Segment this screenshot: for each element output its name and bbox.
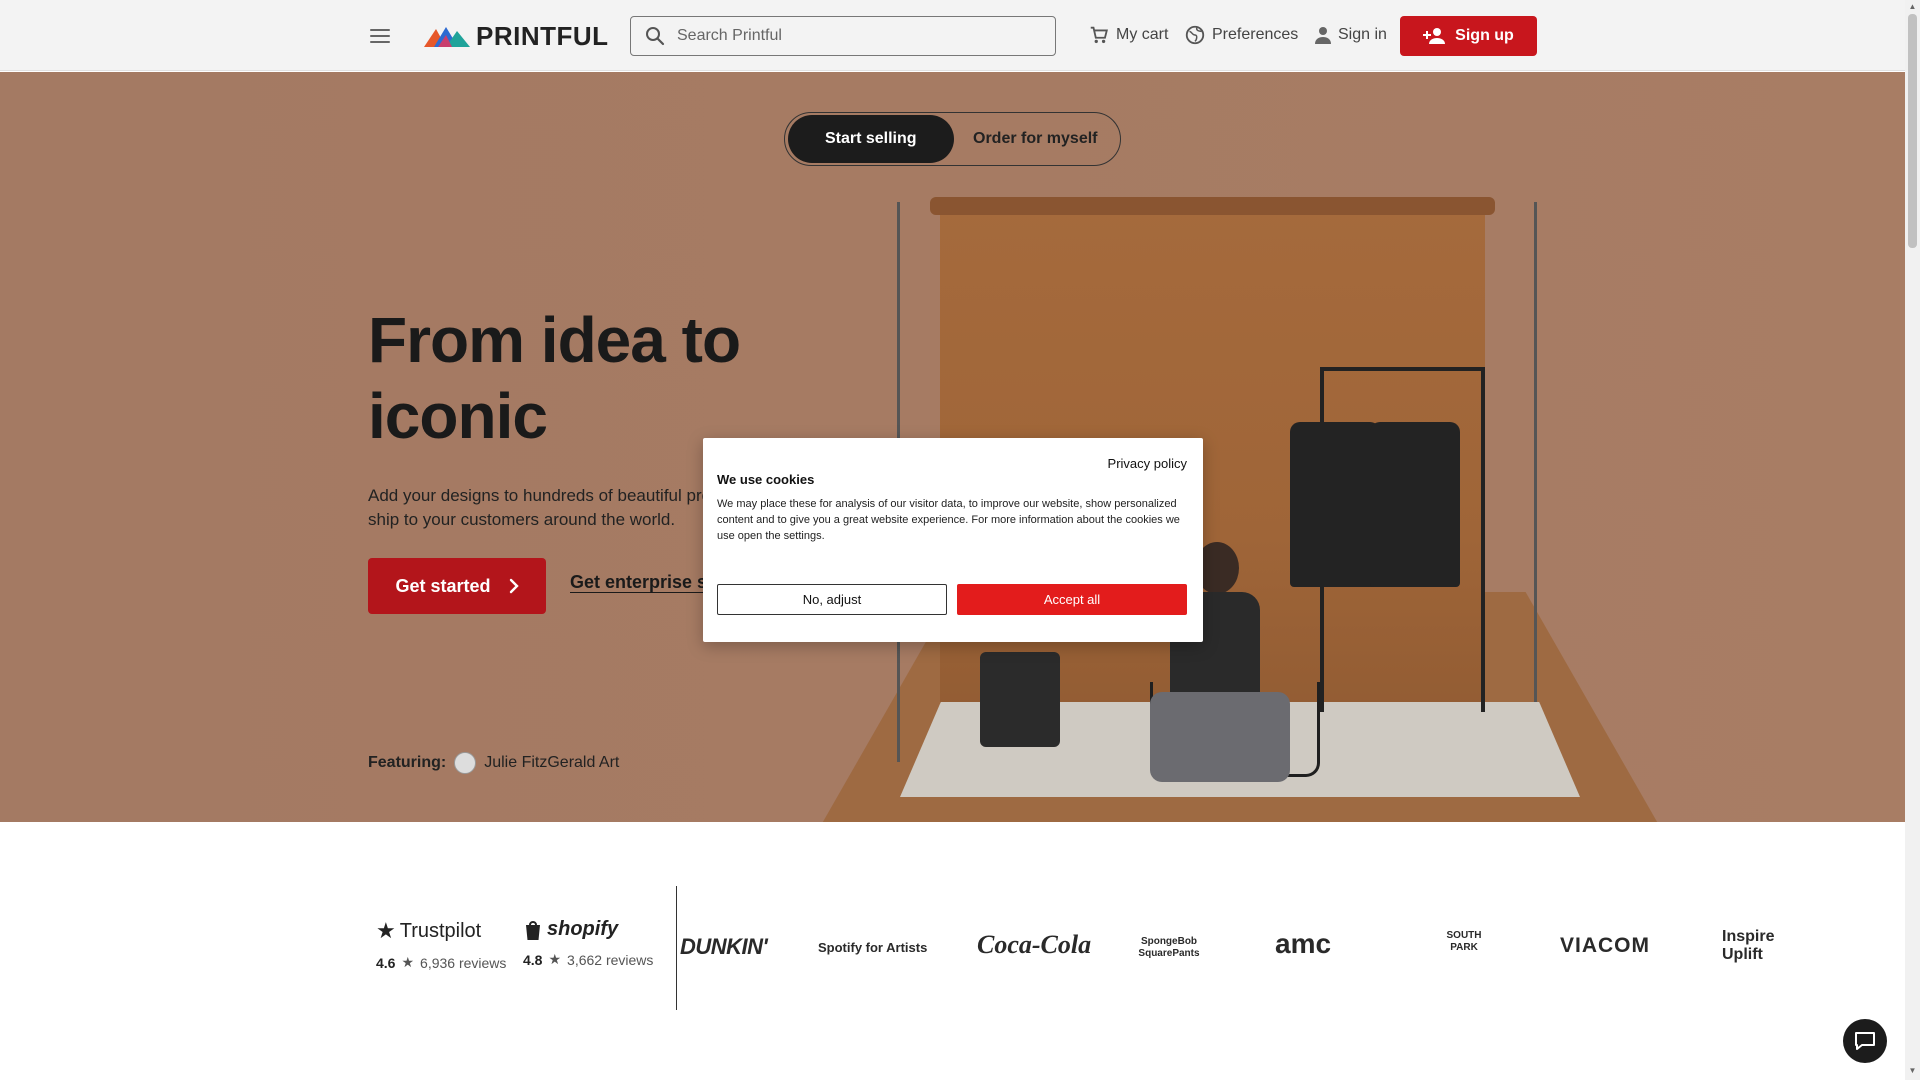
tshirt-left xyxy=(1290,422,1380,587)
cart-link[interactable]: My cart xyxy=(1088,22,1168,48)
toggle-order-for-myself[interactable]: Order for myself xyxy=(954,115,1118,163)
scroll-up-arrow-icon[interactable]: ▲ xyxy=(1908,2,1917,12)
trustpilot-stats: 4.6 ★ 6,936 reviews xyxy=(376,954,506,971)
backdrop-roll xyxy=(930,197,1495,215)
featuring-credit: Featuring: Julie FitzGerald Art xyxy=(368,752,619,774)
brand-logo-spongebob: SpongeBob SquarePants xyxy=(1138,936,1200,959)
cookie-accept-all-button[interactable]: Accept all xyxy=(957,584,1187,615)
search-icon xyxy=(646,27,665,46)
shopify-stats: 4.8 ★ 3,662 reviews xyxy=(523,951,653,968)
logo-text: PRINTFUL xyxy=(476,20,609,51)
globe-icon xyxy=(1185,25,1205,45)
artist-avatar[interactable] xyxy=(454,752,477,774)
toggle-start-selling[interactable]: Start selling xyxy=(788,115,954,163)
cart-label: My cart xyxy=(1116,26,1169,43)
privacy-policy-link[interactable]: Privacy policy xyxy=(1108,456,1187,471)
signin-label: Sign in xyxy=(1338,26,1387,43)
trustpilot-count: 6,936 reviews xyxy=(420,954,507,971)
chevron-right-icon xyxy=(509,578,519,594)
shopify-brand: shopify xyxy=(523,918,653,941)
trustpilot-name: Trustpilot xyxy=(399,919,482,942)
tote-bag xyxy=(980,652,1060,747)
cookie-adjust-button[interactable]: No, adjust xyxy=(717,584,947,615)
get-started-button[interactable]: Get started xyxy=(368,558,546,614)
cookie-consent-dialog: Privacy policy We use cookies We may pla… xyxy=(703,438,1203,642)
cart-icon xyxy=(1090,26,1108,44)
shopify-review[interactable]: shopify 4.8 ★ 3,662 reviews xyxy=(523,918,653,968)
scroll-down-arrow-icon[interactable]: ▼ xyxy=(1908,1066,1917,1076)
signin-link[interactable]: Sign in xyxy=(1314,22,1387,48)
printful-logo[interactable]: PRINTFUL xyxy=(424,20,609,51)
printful-logo-mark-icon xyxy=(424,27,470,47)
brand-logo-inspire-uplift: Inspire Uplift xyxy=(1722,928,1775,963)
trustpilot-star-icon: ★ xyxy=(376,918,396,943)
audience-toggle: Start selling Order for myself xyxy=(784,112,1121,166)
search-box[interactable] xyxy=(630,16,1056,56)
tshirt-right xyxy=(1370,422,1460,587)
search-input[interactable] xyxy=(677,27,1017,45)
site-header: PRINTFUL My cart Preferences Sign in xyxy=(0,0,1905,71)
light-stand-right xyxy=(1534,202,1537,762)
add-user-icon xyxy=(1423,28,1446,44)
get-started-label: Get started xyxy=(395,575,491,596)
chat-bubble-icon xyxy=(1855,1032,1875,1050)
star-icon: ★ xyxy=(548,951,562,967)
signup-button[interactable]: Sign up xyxy=(1400,16,1537,56)
shopify-count: 3,662 reviews xyxy=(567,951,654,968)
chat-button[interactable] xyxy=(1843,1019,1887,1063)
person-legs xyxy=(1150,692,1290,782)
preferences-label: Preferences xyxy=(1212,26,1299,43)
brand-logo-dunkin: DUNKIN' xyxy=(680,934,768,959)
page-scrollbar[interactable]: ▲ ▼ xyxy=(1905,0,1920,1080)
shopify-name: shopify xyxy=(547,918,619,940)
hero-title: From idea to iconic xyxy=(368,304,741,452)
trustpilot-review[interactable]: ★ Trustpilot 4.6 ★ 6,936 reviews xyxy=(376,918,506,971)
brand-logo-viacom: VIACOM xyxy=(1560,934,1650,957)
trustpilot-rating: 4.6 xyxy=(376,954,396,971)
brand-logo-spotify: Spotify for Artists xyxy=(818,940,928,955)
brand-logo-south-park: SOUTH PARK xyxy=(1446,930,1482,953)
featuring-label: Featuring: xyxy=(368,754,447,771)
signup-label: Sign up xyxy=(1455,27,1514,44)
brand-logo-amc: amc xyxy=(1275,928,1332,959)
hamburger-menu-icon[interactable] xyxy=(366,22,394,50)
shopify-rating: 4.8 xyxy=(523,951,543,968)
preferences-link[interactable]: Preferences xyxy=(1184,22,1298,48)
brand-logo-coca-cola: Coca-Cola xyxy=(977,930,1092,959)
user-icon xyxy=(1315,27,1331,44)
scrollbar-thumb[interactable] xyxy=(1908,14,1917,248)
cookie-body: We may place these for analysis of our v… xyxy=(717,498,1180,542)
logos-divider xyxy=(676,886,677,1010)
shopify-bag-icon xyxy=(526,920,540,940)
cookie-title: We use cookies xyxy=(717,472,815,487)
star-icon: ★ xyxy=(401,954,415,970)
brand-logos-section: ★ Trustpilot 4.6 ★ 6,936 reviews shopify… xyxy=(0,822,1905,1080)
trustpilot-brand: ★ Trustpilot xyxy=(376,918,506,944)
featuring-name[interactable]: Julie FitzGerald Art xyxy=(484,754,619,772)
